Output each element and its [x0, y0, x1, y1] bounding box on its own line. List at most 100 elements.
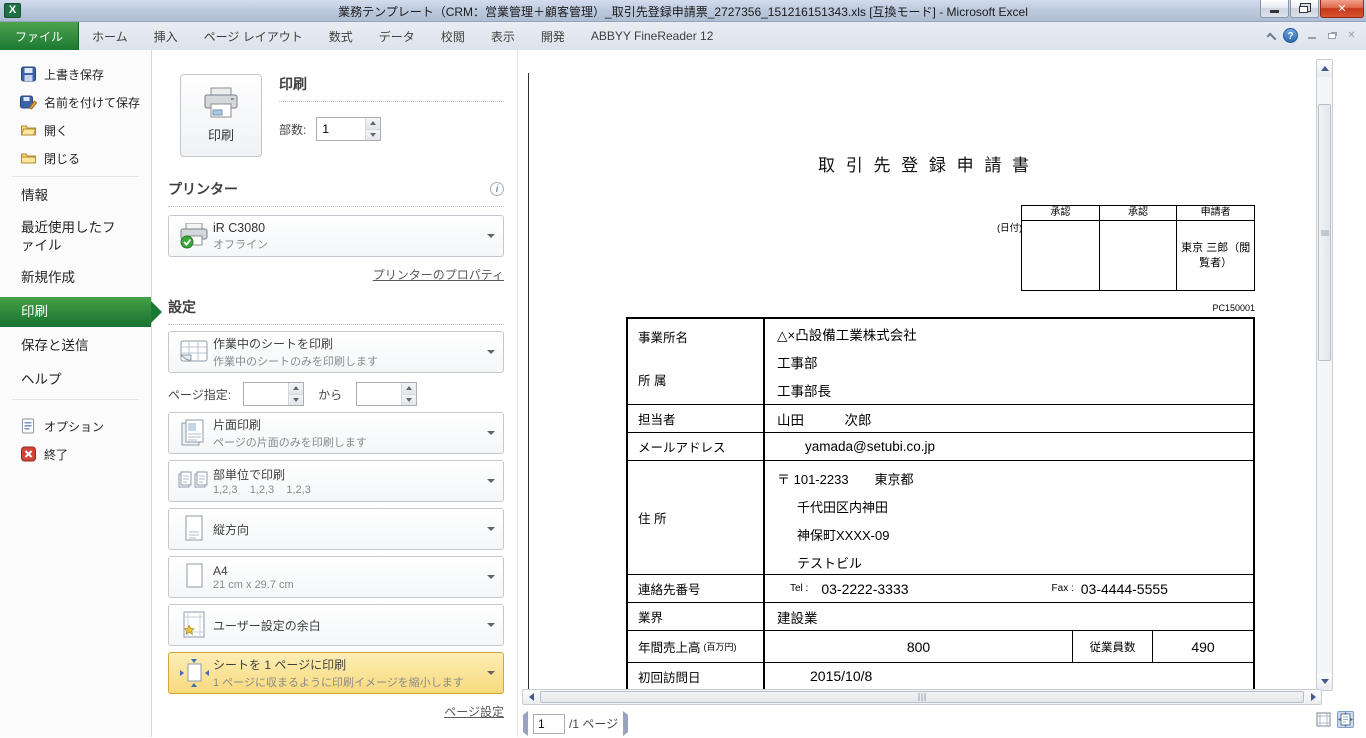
nav-separator — [12, 176, 139, 177]
nav-item-save-as[interactable]: 名前を付けて保存 — [0, 88, 151, 116]
sales-value: 800 — [765, 631, 1073, 662]
print-button[interactable]: 印刷 — [180, 74, 262, 157]
copies-input[interactable] — [317, 118, 365, 140]
page-to-up[interactable] — [402, 383, 416, 394]
help-icon[interactable]: ? — [1283, 28, 1298, 43]
page-from-down[interactable] — [289, 394, 303, 406]
tab-review[interactable]: 校閲 — [428, 22, 478, 50]
chevron-down-icon — [487, 350, 495, 354]
company-name: △×凸設備工業株式会社 — [777, 322, 917, 350]
scroll-right-button[interactable] — [1305, 690, 1321, 704]
close-button[interactable]: ✕ — [1320, 0, 1364, 18]
nav-item-options[interactable]: オプション — [0, 412, 151, 440]
option-subtitle: 21 cm x 29.7 cm — [213, 579, 481, 591]
exit-icon — [20, 446, 37, 462]
printer-select[interactable]: iR C3080 オフライン — [168, 215, 504, 257]
scroll-down-button[interactable] — [1317, 673, 1332, 690]
restore-icon — [1299, 6, 1308, 13]
page-from-input[interactable] — [244, 383, 288, 405]
page-to-down[interactable] — [402, 394, 416, 406]
page-range-to-label: から — [318, 386, 342, 403]
option-title: ユーザー設定の余白 — [213, 617, 481, 634]
scaling-select[interactable]: シートを 1 ページに印刷 1 ページに収まるように印刷イメージを縮小します — [168, 652, 504, 694]
restore-button[interactable] — [1290, 0, 1319, 18]
paper-size-select[interactable]: A4 21 cm x 29.7 cm — [168, 556, 504, 598]
nav-item-recent[interactable]: 最近使用したファイル — [0, 215, 151, 259]
nav-item-open[interactable]: 開く — [0, 116, 151, 144]
option-subtitle: 1 ページに収まるように印刷イメージを縮小します — [213, 674, 481, 690]
tab-insert[interactable]: 挿入 — [141, 22, 191, 50]
contact-label: 連絡先番号 — [628, 575, 765, 602]
industry-value: 建設業 — [765, 603, 1253, 630]
chevron-down-icon — [487, 671, 495, 675]
page-edge-line — [528, 73, 529, 689]
page-number-input[interactable] — [533, 714, 565, 734]
preview-vertical-scrollbar[interactable] — [1316, 59, 1333, 691]
nav-item-exit[interactable]: 終了 — [0, 440, 151, 468]
duplex-select[interactable]: 片面印刷 ページの片面のみを印刷します — [168, 412, 504, 454]
tab-data[interactable]: データ — [366, 22, 428, 50]
tab-formulas[interactable]: 数式 — [316, 22, 366, 50]
horizontal-scroll-thumb[interactable] — [540, 691, 1304, 703]
tab-page-layout[interactable]: ページ レイアウト — [191, 22, 316, 50]
sales-unit: (百万円) — [704, 640, 737, 653]
collate-select[interactable]: 部単位で印刷 1,2,3 1,2,3 1,2,3 — [168, 460, 504, 502]
previous-page-icon[interactable] — [523, 715, 528, 733]
document-code: PC150001 — [1138, 303, 1255, 313]
department-title: 工事部長 — [777, 378, 831, 406]
nav-item-label: 開く — [44, 122, 68, 139]
table-row: 初回訪問日 2015/10/8 — [628, 662, 1253, 689]
workbook-restore-button[interactable] — [1325, 30, 1338, 41]
copies-up-button[interactable] — [366, 118, 380, 129]
chevron-down-icon — [487, 234, 495, 238]
scroll-up-button[interactable] — [1317, 60, 1332, 77]
chevron-down-icon — [487, 527, 495, 531]
minimize-ribbon-icon[interactable] — [1267, 32, 1277, 42]
orientation-select[interactable]: 縦方向 — [168, 508, 504, 550]
page-from-up[interactable] — [289, 383, 303, 394]
option-subtitle: 1,2,3 1,2,3 1,2,3 — [213, 484, 481, 496]
vertical-scroll-thumb[interactable] — [1318, 104, 1331, 361]
tab-developer[interactable]: 開発 — [528, 22, 578, 50]
print-button-label: 印刷 — [208, 125, 234, 144]
scroll-left-button[interactable] — [523, 690, 539, 704]
page-total-label: /1 ページ — [569, 715, 618, 732]
address-line: 〒 101-2233 東京都 — [765, 466, 914, 494]
nav-item-save-send[interactable]: 保存と送信 — [0, 331, 151, 361]
printer-properties-link[interactable]: プリンターのプロパティ — [168, 266, 504, 283]
employees-value: 490 — [1153, 631, 1253, 662]
visit-value: 2015/10/8 — [765, 663, 1253, 689]
nav-item-close[interactable]: 閉じる — [0, 144, 151, 172]
approval-cell — [1100, 221, 1178, 290]
nav-item-info[interactable]: 情報 — [0, 181, 151, 211]
title-bar: X 業務テンプレート（CRM：営業管理＋顧客管理）_取引先登録申請票_27273… — [0, 0, 1366, 22]
tel-value: 03-2222-3333 — [821, 581, 908, 597]
margins-select[interactable]: ユーザー設定の余白 — [168, 604, 504, 646]
info-icon[interactable]: i — [490, 182, 504, 196]
minimize-button[interactable] — [1260, 0, 1289, 18]
page-setup-link[interactable]: ページ設定 — [168, 703, 504, 720]
page-range-label: ページ指定: — [168, 386, 231, 403]
print-what-select[interactable]: 作業中のシートを印刷 作業中のシートのみを印刷します — [168, 331, 504, 373]
tab-view[interactable]: 表示 — [478, 22, 528, 50]
workbook-close-button[interactable]: ✕ — [1345, 30, 1358, 41]
tab-file[interactable]: ファイル — [0, 22, 79, 50]
show-margins-icon[interactable] — [1315, 711, 1332, 728]
page-to-input[interactable] — [357, 383, 401, 405]
zoom-to-page-icon[interactable] — [1337, 711, 1354, 728]
portrait-icon — [175, 515, 213, 543]
tab-abbyy[interactable]: ABBYY FineReader 12 — [578, 22, 727, 50]
next-page-icon[interactable] — [623, 715, 628, 733]
nav-item-save[interactable]: 上書き保存 — [0, 60, 151, 88]
copies-down-button[interactable] — [366, 129, 380, 141]
preview-horizontal-scrollbar[interactable] — [522, 689, 1322, 705]
chevron-down-icon — [487, 575, 495, 579]
nav-item-new[interactable]: 新規作成 — [0, 263, 151, 293]
workbook-minimize-button[interactable] — [1305, 30, 1318, 41]
nav-item-print[interactable]: 印刷 — [0, 297, 151, 327]
printer-status: オフライン — [213, 236, 481, 252]
option-subtitle: 作業中のシートのみを印刷します — [213, 353, 481, 369]
tab-home[interactable]: ホーム — [79, 22, 141, 50]
print-heading: 印刷 — [279, 74, 504, 102]
nav-item-help[interactable]: ヘルプ — [0, 365, 151, 395]
